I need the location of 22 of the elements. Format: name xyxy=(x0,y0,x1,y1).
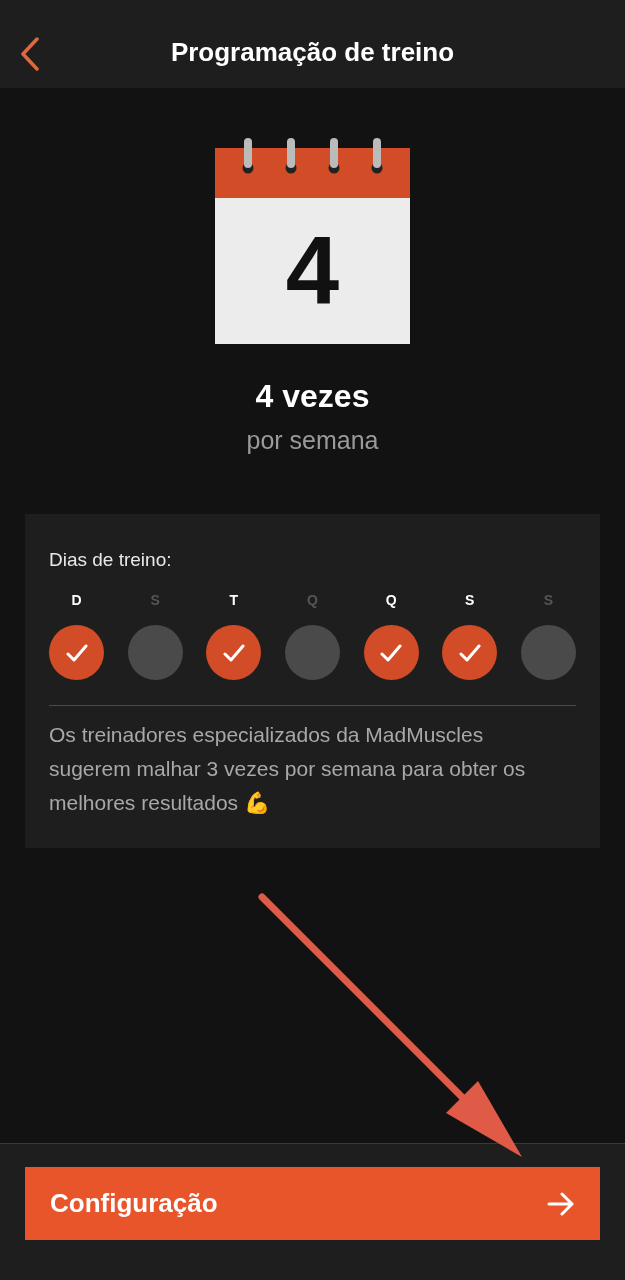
day-label: T xyxy=(229,591,239,610)
schedule-label: Dias de treino: xyxy=(49,547,173,572)
day-toggle[interactable] xyxy=(49,625,104,680)
day-label: S xyxy=(465,591,475,610)
back-button[interactable] xyxy=(18,36,42,72)
configuration-button[interactable]: Configuração xyxy=(25,1167,600,1240)
recommendation-text: Os treinadores especializados da MadMuscles sugerem malhar 3 vezes por semana para obter os melhores resultados 💪 xyxy=(49,722,527,816)
day-toggle[interactable] xyxy=(442,625,498,680)
check-icon xyxy=(65,643,88,662)
check-icon xyxy=(380,643,403,662)
screen-title: Programação de treino xyxy=(170,35,455,69)
frequency-unit: por semana xyxy=(246,425,379,456)
day-label: D xyxy=(71,591,82,610)
day-toggle[interactable] xyxy=(363,625,419,680)
frequency-count: 4 vezes xyxy=(255,377,370,416)
arrow-right-icon xyxy=(547,1191,575,1216)
day-label: Q xyxy=(385,591,397,610)
back-icon xyxy=(20,37,40,71)
check-icon xyxy=(458,643,481,662)
calendar-number: 4 xyxy=(285,223,340,319)
check-icon xyxy=(222,643,245,662)
day-toggle[interactable] xyxy=(206,625,262,680)
